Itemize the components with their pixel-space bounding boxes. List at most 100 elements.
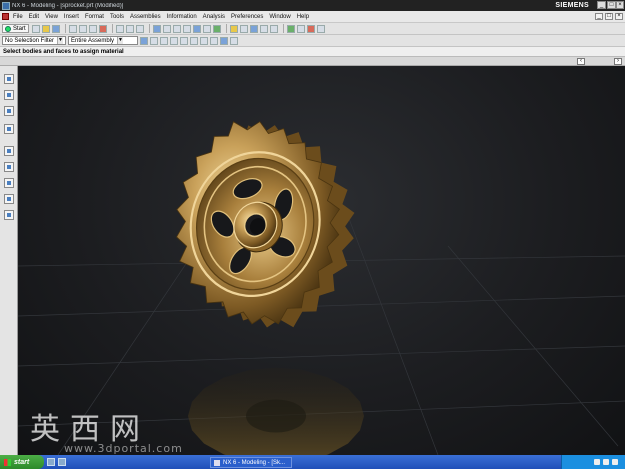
- constraint-navigator-icon[interactable]: [4, 90, 14, 100]
- feature-icon[interactable]: [286, 24, 295, 33]
- repeat-command-icon[interactable]: [135, 24, 144, 33]
- paste-icon[interactable]: [88, 24, 97, 33]
- face-select-icon[interactable]: [220, 36, 228, 45]
- mid-point-icon[interactable]: [180, 36, 188, 45]
- shaded-icon[interactable]: [229, 24, 238, 33]
- chevron-down-icon: ▼: [117, 37, 124, 44]
- security-icon[interactable]: [612, 459, 618, 465]
- menu-information[interactable]: Information: [167, 14, 197, 20]
- layer-icon[interactable]: [212, 24, 221, 33]
- save-icon[interactable]: [51, 24, 60, 33]
- graphics-window[interactable]: [18, 66, 625, 455]
- process-studio-icon[interactable]: [4, 178, 14, 188]
- history-icon[interactable]: [4, 146, 14, 156]
- quick-launch-desktop-icon[interactable]: [47, 458, 55, 466]
- windows-taskbar: start NX 6 - Modeling - [Sk...: [0, 455, 625, 469]
- menu-bar: File Edit View Insert Format Tools Assem…: [0, 11, 625, 23]
- taskbar-nx-window[interactable]: NX 6 - Modeling - [Sk...: [210, 457, 292, 468]
- menu-view[interactable]: View: [45, 14, 58, 20]
- material-icon[interactable]: [306, 24, 315, 33]
- end-point-icon[interactable]: [170, 36, 178, 45]
- quadrant-icon[interactable]: [210, 36, 218, 45]
- menu-tools[interactable]: Tools: [110, 14, 124, 20]
- selection-filter-select[interactable]: No Selection Filter ▼: [2, 36, 66, 45]
- view-orient-icon[interactable]: [269, 24, 278, 33]
- windows-flag-icon: [4, 458, 11, 466]
- zoom-icon[interactable]: [162, 24, 171, 33]
- menu-preferences[interactable]: Preferences: [231, 14, 263, 20]
- intersection-icon[interactable]: [200, 36, 208, 45]
- gear-reflection: [188, 367, 364, 455]
- menu-format[interactable]: Format: [85, 14, 104, 20]
- minimize-button[interactable]: _: [597, 1, 606, 9]
- close-button[interactable]: ×: [616, 1, 624, 9]
- volume-icon[interactable]: [603, 459, 609, 465]
- rotate-icon[interactable]: [172, 24, 181, 33]
- menu-insert[interactable]: Insert: [64, 14, 79, 20]
- menu-window[interactable]: Window: [269, 14, 290, 20]
- cue-line: Select bodies and faces to assign materi…: [0, 47, 625, 57]
- network-icon[interactable]: [594, 459, 600, 465]
- cut-icon[interactable]: [68, 24, 77, 33]
- body-select-icon[interactable]: [230, 36, 238, 45]
- toolbar-separator: [64, 24, 66, 33]
- new-file-icon[interactable]: [31, 24, 40, 33]
- menu-file[interactable]: File: [13, 14, 23, 20]
- document-icon[interactable]: [2, 13, 9, 20]
- selection-scope-value: Entire Assembly: [71, 37, 115, 44]
- part-navigator-icon[interactable]: [4, 106, 14, 116]
- menu-assemblies[interactable]: Assemblies: [130, 14, 161, 20]
- chevron-down-icon: ▼: [57, 37, 63, 44]
- window-title: NX 6 - Modeling - [sprocket.prt (Modifie…: [12, 2, 124, 9]
- selection-toolbar: No Selection Filter ▼ Entire Assembly ▼: [0, 35, 625, 47]
- copy-icon[interactable]: [78, 24, 87, 33]
- menu-analysis[interactable]: Analysis: [203, 14, 225, 20]
- undo-icon[interactable]: [115, 24, 124, 33]
- open-folder-icon[interactable]: [41, 24, 50, 33]
- maximize-button[interactable]: □: [607, 1, 616, 9]
- taskbar-nx-label: NX 6 - Modeling - [Sk...: [223, 459, 286, 466]
- reuse-library-icon[interactable]: [4, 124, 14, 134]
- fit-view-icon[interactable]: [152, 24, 161, 33]
- menu-help[interactable]: Help: [297, 14, 309, 20]
- start-button[interactable]: Start: [2, 24, 29, 33]
- windows-start-button[interactable]: start: [0, 455, 44, 469]
- point-on-curve-icon[interactable]: [160, 36, 168, 45]
- dropdown-chevron-icon[interactable]: [316, 24, 325, 33]
- doc-close-button[interactable]: ×: [615, 13, 623, 20]
- selection-scope-select[interactable]: Entire Assembly ▼: [68, 36, 138, 45]
- standard-toolbar: Start: [0, 23, 625, 35]
- web-browser-icon[interactable]: [4, 210, 14, 220]
- redo-icon[interactable]: [125, 24, 134, 33]
- toolbar-separator: [148, 24, 150, 33]
- chevron-left-icon[interactable]: ‹: [577, 58, 585, 65]
- assembly-navigator-icon[interactable]: [4, 74, 14, 84]
- system-materials-icon[interactable]: [4, 162, 14, 172]
- perspective-icon[interactable]: [202, 24, 211, 33]
- status-bar: ‹ ›: [0, 57, 625, 66]
- snap-point-icon[interactable]: [150, 36, 158, 45]
- quick-launch-browser-icon[interactable]: [58, 458, 66, 466]
- display-mode-icon[interactable]: [249, 24, 258, 33]
- menu-edit[interactable]: Edit: [29, 14, 39, 20]
- nx-task-icon: [214, 459, 220, 466]
- start-button-label: start: [14, 458, 30, 466]
- delete-icon[interactable]: [98, 24, 107, 33]
- doc-minimize-button[interactable]: _: [595, 13, 603, 20]
- doc-restore-button[interactable]: □: [605, 13, 613, 20]
- selection-filter-value: No Selection Filter: [5, 37, 55, 44]
- pan-icon[interactable]: [182, 24, 191, 33]
- measure-icon[interactable]: [296, 24, 305, 33]
- background-icon[interactable]: [259, 24, 268, 33]
- render-style-icon[interactable]: [239, 24, 248, 33]
- select-all-icon[interactable]: [140, 36, 148, 45]
- grid-icon[interactable]: [192, 24, 201, 33]
- center-point-icon[interactable]: [190, 36, 198, 45]
- title-bar: NX 6 - Modeling - [sprocket.prt (Modifie…: [0, 0, 625, 11]
- toolbar-separator: [225, 24, 227, 33]
- gear-body: [176, 121, 355, 328]
- siemens-brand: SIEMENS: [555, 2, 589, 9]
- roles-icon[interactable]: [4, 194, 14, 204]
- nx-app-icon[interactable]: [2, 1, 10, 10]
- chevron-right-icon[interactable]: ›: [614, 58, 622, 65]
